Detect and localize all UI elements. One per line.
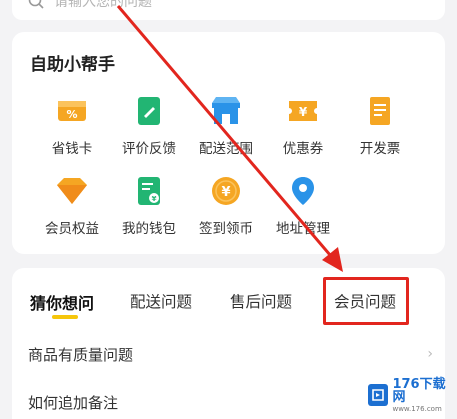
helper-item-address[interactable]: 地址管理 [265,174,341,237]
helper-item-label: 会员权益 [45,221,99,237]
active-tab-indicator [52,315,78,319]
watermark-logo: 176下载网 www.176.com [368,375,454,415]
svg-text:¥: ¥ [299,105,308,119]
discount-card-icon: % [55,94,89,128]
helper-item-label: 签到领币 [199,221,253,237]
helper-item-label: 地址管理 [276,221,330,237]
invoice-icon [363,94,397,128]
helper-item-invoice[interactable]: 开发票 [342,94,418,157]
diamond-icon [55,174,89,208]
helper-item-label: 优惠券 [282,141,324,157]
watermark-text: 176下载网 [392,376,446,405]
svg-text:%: % [66,108,77,121]
tab-delivery[interactable]: 配送问题 [130,290,192,312]
tab-guess-you-ask[interactable]: 猜你想问 [30,290,94,314]
question-text: 如何追加备注 [28,393,119,412]
list-item[interactable]: 商品有质量问题 › [28,334,433,374]
helper-item-discount-card[interactable]: % 省钱卡 [34,94,110,157]
helper-item-label: 开发票 [359,141,401,157]
download-site-icon [368,384,389,406]
checkin-coin-icon: ¥ [209,174,243,208]
self-help-panel: 自助小帮手 % 省钱卡 评价反馈 配送范围 ¥ 优惠券 开发票 会员权益 ¥ 我… [12,32,445,254]
svg-text:¥: ¥ [152,195,157,203]
helper-item-member-benefits[interactable]: 会员权益 [34,174,110,237]
helper-item-label: 我的钱包 [122,221,176,237]
highlight-box [323,277,409,325]
helper-item-label: 省钱卡 [51,141,93,157]
section-title: 自助小帮手 [30,55,115,75]
helper-item-delivery-range[interactable]: 配送范围 [188,94,264,157]
store-range-icon [209,94,243,128]
tab-after-sales[interactable]: 售后问题 [230,290,292,312]
helper-item-wallet[interactable]: ¥ 我的钱包 [111,174,187,237]
search-input[interactable]: 请输入您的问题 [54,0,152,11]
svg-text:¥: ¥ [221,185,230,200]
helper-item-label: 配送范围 [199,141,253,157]
helper-item-review[interactable]: 评价反馈 [111,94,187,157]
location-pin-icon [286,174,320,208]
chevron-right-icon: › [427,346,433,362]
helper-item-label: 评价反馈 [122,141,176,157]
search-icon [28,0,44,9]
review-edit-icon [132,94,166,128]
helper-item-coupon[interactable]: ¥ 优惠券 [265,94,341,157]
watermark-url: www.176.com [392,404,442,413]
wallet-icon: ¥ [132,174,166,208]
search-bar[interactable]: 请输入您的问题 [12,0,445,20]
question-text: 商品有质量问题 [28,345,134,364]
coupon-icon: ¥ [286,94,320,128]
helper-item-checkin-coins[interactable]: ¥ 签到领币 [188,174,264,237]
